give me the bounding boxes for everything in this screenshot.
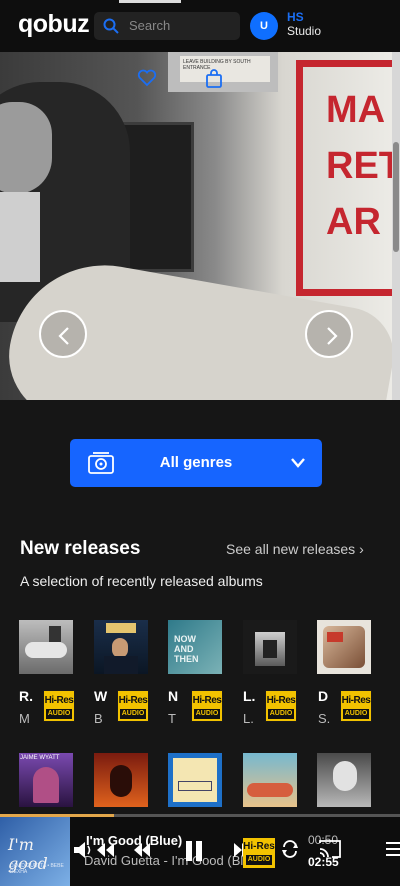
album-title-initial[interactable]: R. [19,688,33,704]
hi-res-badge: Hi-Res AUDIO [43,690,75,722]
hero-red-line-1: MA [326,89,386,131]
scrollbar-thumb[interactable] [393,142,399,252]
repeat-icon[interactable] [280,839,300,859]
album-title-initial[interactable]: D [318,688,328,704]
shopping-bag-icon[interactable] [205,69,223,89]
mini-player: I'm good DAVID GUETTA • BEBE REXHA I'm G… [0,817,400,886]
hero-carousel[interactable]: LEAVE BUILDING BY SOUTH ENTRANCE MA RET … [0,52,392,400]
chevron-left-icon [58,327,69,345]
qobuz-logo[interactable]: qobuz [18,10,90,39]
album-cover[interactable] [243,753,297,807]
hi-res-badge: Hi-Res AUDIO [340,690,372,722]
see-all-new-releases-link[interactable]: See all new releases › [226,541,364,557]
chevron-right-icon [327,327,338,345]
album-artist-initial[interactable]: L. [243,711,254,726]
album-artist-initial[interactable]: B [94,711,103,726]
hi-res-badge-top: Hi-Res [44,695,74,706]
album-cover[interactable] [168,753,222,807]
hi-res-badge: Hi-Res AUDIO [117,690,149,722]
album-cover-text: JAIME WYATT [20,755,60,761]
user-avatar[interactable]: U [250,12,278,40]
album-title-initial[interactable]: N [168,688,178,704]
studio-badge-top: HS [287,10,304,24]
now-playing-cover[interactable]: I'm good DAVID GUETTA • BEBE REXHA [0,817,70,886]
hi-res-badge-bottom: AUDIO [194,709,220,719]
hi-res-badge-bottom: AUDIO [343,709,369,719]
chevron-down-icon [291,458,305,468]
album-artist-initial[interactable]: T [168,711,176,726]
studio-badge-label: Studio [287,24,322,38]
heart-icon[interactable] [137,69,157,87]
search-input[interactable]: Search [94,12,240,40]
top-bar: qobuz Search U HS Studio [0,0,400,52]
album-cover[interactable] [19,620,73,674]
album-cover[interactable] [317,620,371,674]
album-title-initial[interactable]: L. [243,688,255,704]
hero-red-text: MA RET AR [326,82,392,250]
hi-res-badge-top: Hi-Res [192,695,222,706]
queue-icon[interactable] [386,839,400,859]
previous-track-icon[interactable] [130,839,152,861]
album-cover[interactable]: NOW AND THEN [168,620,222,674]
cast-icon[interactable] [318,839,342,859]
hero-red-line-2: RET [326,145,392,187]
hero-red-line-3: AR [326,201,381,243]
album-cover[interactable] [317,753,371,807]
volume-icon[interactable] [72,839,94,861]
search-placeholder: Search [129,18,171,33]
tab-indicator [119,0,181,3]
hi-res-badge-bottom: AUDIO [246,855,272,865]
hi-res-badge-bottom: AUDIO [46,709,72,719]
hi-res-badge: Hi-Res AUDIO [191,690,223,722]
album-title-initial[interactable]: W [94,688,107,704]
scrollbar[interactable] [392,52,400,400]
hi-res-badge-top: Hi-Res [341,695,371,706]
cover-subtitle: DAVID GUETTA • BEBE REXHA [10,863,64,875]
new-releases-heading: New releases [20,538,141,559]
hi-res-badge: Hi-Res AUDIO [265,690,297,722]
hero-face [0,102,52,194]
pause-icon[interactable] [182,839,206,863]
all-genres-dropdown[interactable]: All genres [70,439,322,487]
carousel-prev-button[interactable] [39,310,87,358]
search-icon [103,18,119,34]
album-artist-initial[interactable]: S. [318,711,330,726]
hi-res-badge-top: Hi-Res [243,841,275,852]
rewind-icon[interactable] [94,839,116,861]
album-artist-initial[interactable]: M [19,711,30,726]
all-genres-label: All genres [159,454,233,471]
hero-shirt [0,192,40,282]
carousel-next-button[interactable] [305,310,353,358]
hero-sign: LEAVE BUILDING BY SOUTH ENTRANCE [180,56,270,82]
album-cover[interactable] [243,620,297,674]
album-cover[interactable] [94,620,148,674]
hi-res-badge-top: Hi-Res [266,695,296,706]
hi-res-badge-top: Hi-Res [118,695,148,706]
new-releases-description: A selection of recently released albums [20,573,263,589]
hi-res-badge-bottom: AUDIO [268,709,294,719]
album-cover[interactable]: JAIME WYATT [19,753,73,807]
hi-res-badge-bottom: AUDIO [120,709,146,719]
studio-subscription-badge[interactable]: HS Studio [282,10,322,40]
hi-res-badge: Hi-Res AUDIO [243,838,275,868]
album-cover[interactable] [94,753,148,807]
